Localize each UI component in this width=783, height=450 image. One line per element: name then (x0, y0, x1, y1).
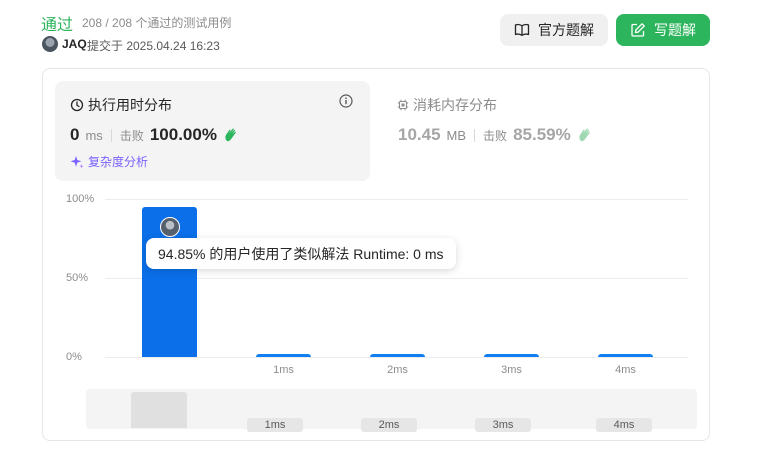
official-solution-label: 官方题解 (538, 22, 594, 38)
x-tick-label: 4ms (615, 364, 636, 376)
divider (474, 128, 476, 142)
avatar[interactable] (42, 36, 58, 52)
runtime-beat-label: 击败 (119, 129, 144, 143)
runtime-unit: ms (85, 128, 103, 143)
clap-icon (225, 128, 236, 142)
memory-title-label: 消耗内存分布 (413, 97, 497, 113)
runtime-title: 执行用时分布 (70, 95, 172, 115)
testcase-summary: 208 / 208 个通过的测试用例 (82, 16, 232, 30)
write-solution-label: 写题解 (654, 22, 696, 38)
submission-status: 通过 (41, 17, 74, 34)
complexity-analysis-link[interactable]: 复杂度分析 (70, 153, 148, 170)
divider (110, 128, 112, 142)
memory-beat-percent: 85.59% (513, 125, 571, 144)
clock-icon (70, 98, 84, 112)
user-avatar-marker (160, 217, 180, 237)
chart-bar-3ms[interactable] (484, 353, 539, 357)
chart-tooltip: 94.85% 的用户使用了类似解法 Runtime: 0 ms (146, 238, 456, 269)
overview-tick-label: 4ms (596, 418, 652, 432)
edit-icon (631, 23, 645, 37)
x-tick-label: 2ms (387, 364, 408, 376)
overview-tick-label: 2ms (361, 418, 417, 432)
y-tick-label: 0% (66, 351, 82, 363)
y-tick-label: 100% (66, 193, 95, 205)
memory-metric: 10.45 MB 击败 85.59% (398, 125, 593, 145)
info-icon[interactable] (339, 94, 353, 108)
runtime-beat-percent: 100.00% (149, 125, 217, 144)
chip-icon (397, 99, 409, 111)
gridline (105, 357, 688, 358)
book-icon (514, 23, 530, 36)
complexity-analysis-label: 复杂度分析 (88, 155, 149, 169)
submitted-time: 提交于 2025.04.24 16:23 (87, 39, 220, 53)
chart-bar-1ms[interactable] (256, 353, 311, 357)
x-tick-label: 1ms (273, 364, 294, 376)
overview-tick-label: 3ms (475, 418, 531, 432)
runtime-title-label: 执行用时分布 (88, 97, 172, 113)
memory-title[interactable]: 消耗内存分布 (397, 95, 497, 115)
overview-tick-label: 1ms (247, 418, 303, 432)
chart-bar-4ms[interactable] (598, 353, 653, 357)
official-solution-button[interactable]: 官方题解 (500, 14, 608, 46)
overview-selected-bar[interactable] (131, 392, 187, 428)
runtime-value: 0 (70, 125, 80, 144)
clap-icon (579, 128, 590, 142)
memory-value: 10.45 (398, 125, 441, 144)
write-solution-button[interactable]: 写题解 (616, 14, 710, 46)
runtime-metric: 0 ms 击败 100.00% (70, 125, 239, 145)
gridline (105, 199, 688, 200)
memory-unit: MB (446, 128, 467, 143)
chart-bar-2ms[interactable] (370, 353, 425, 357)
author-name[interactable]: JAQ (62, 37, 87, 51)
y-tick-label: 50% (66, 272, 89, 284)
memory-beat-label: 击败 (483, 129, 508, 143)
x-tick-label: 3ms (501, 364, 522, 376)
sparkle-icon (70, 155, 84, 168)
